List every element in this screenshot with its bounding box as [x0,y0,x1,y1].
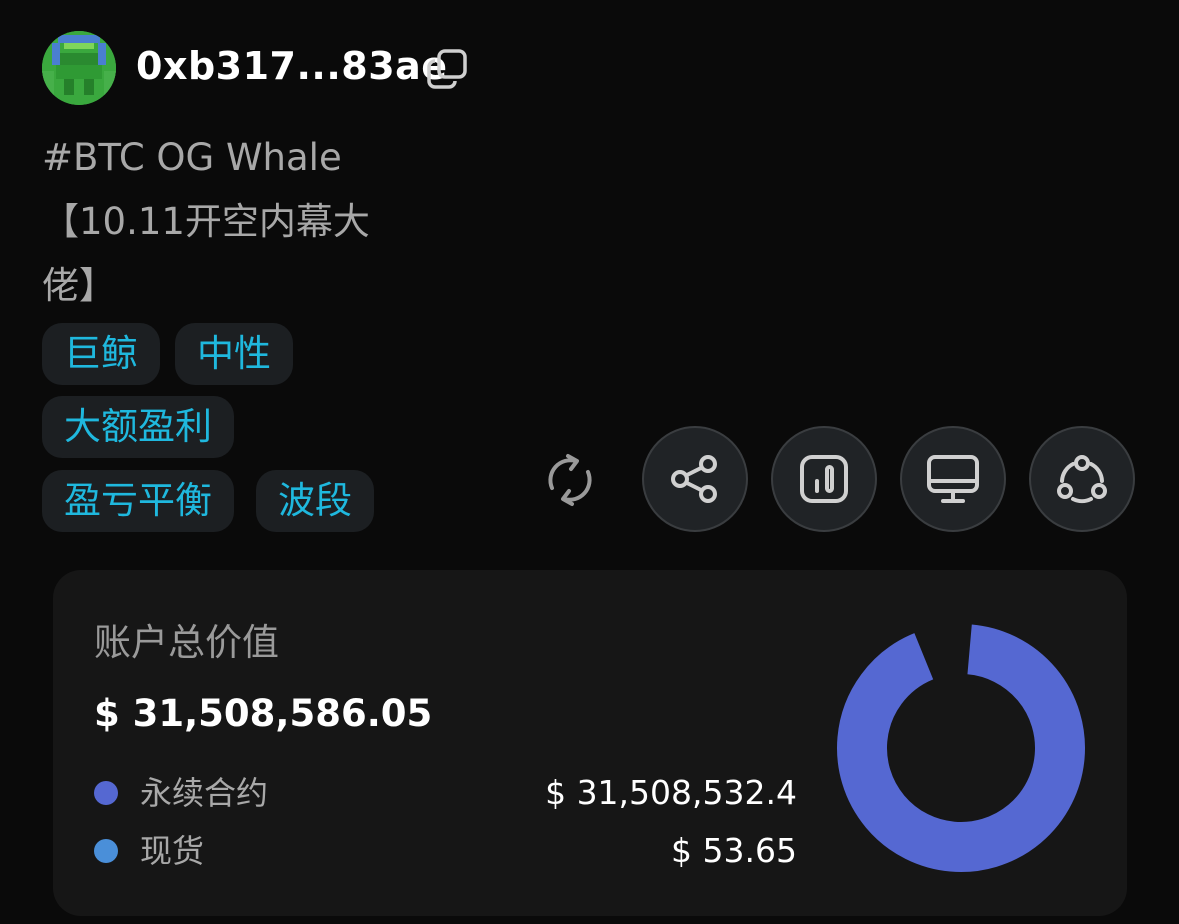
bio-line: 【10.11开空内幕大 [42,200,370,243]
tag-breakeven: 盈亏平衡 [42,470,234,532]
donut-chart [837,624,1085,872]
legend-dot [94,839,118,863]
total-value: $ 31,508,586.05 [94,692,433,735]
pixel-avatar-icon [42,31,116,105]
wallet-profile-page: 0xb317...83ae #BTC OG Whale 【10.11开空内幕大 … [0,0,1179,924]
account-value-card: 账户总价值 $ 31,508,586.05 永续合约 $ 31,508,532.… [53,570,1127,916]
stats-button[interactable] [771,426,877,532]
tag-large-profit: 大额盈利 [42,396,234,458]
legend-label: 永续合约 [140,774,269,812]
legend-label: 现货 [140,832,205,870]
share-icon [671,455,717,503]
donut-ring [837,624,1085,872]
refresh-icon[interactable] [538,448,602,512]
allocation-donut [831,618,1091,878]
tag-whale: 巨鲸 [42,323,160,385]
legend-value: $ 53.65 [671,831,797,870]
tag-neutral: 中性 [175,323,293,385]
avatar [42,31,116,105]
wallet-address: 0xb317...83ae [136,44,448,88]
legend-item-spot: 现货 $ 53.65 [94,828,797,874]
legend-dot [94,781,118,805]
network-icon [1057,455,1107,504]
bio-line: #BTC OG Whale [42,136,342,179]
share-button[interactable] [642,426,748,532]
copy-icon[interactable] [424,46,470,92]
legend-value: $ 31,508,532.4 [545,773,797,812]
profile-bio: #BTC OG Whale 【10.11开空内幕大 佬】 [42,126,412,318]
tag-swing: 波段 [256,470,374,532]
bio-line: 佬】 [42,264,116,307]
legend-item-perpetual: 永续合约 $ 31,508,532.4 [94,770,797,816]
monitor-button[interactable] [900,426,1006,532]
bar-chart-icon [800,455,848,503]
network-button[interactable] [1029,426,1135,532]
monitor-icon [927,455,979,503]
card-title: 账户总价值 [94,621,279,664]
